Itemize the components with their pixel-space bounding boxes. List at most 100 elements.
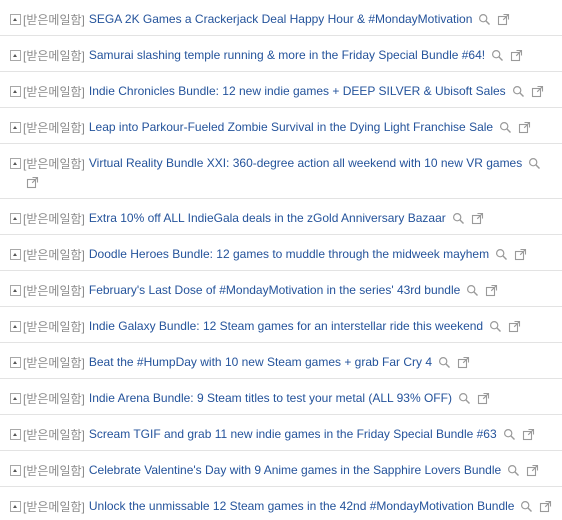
mail-folder-label: [받은메일함] <box>23 283 85 298</box>
search-icon[interactable] <box>499 121 512 134</box>
expand-icon[interactable] <box>10 500 21 512</box>
mail-folder-label: [받은메일함] <box>23 156 85 171</box>
new-window-icon[interactable] <box>526 464 539 477</box>
mail-folder-label: [받은메일함] <box>23 247 85 262</box>
expand-icon[interactable] <box>10 49 21 61</box>
mail-subject-link[interactable]: Indie Arena Bundle: 9 Steam titles to te… <box>89 391 452 405</box>
expand-icon[interactable] <box>10 248 21 260</box>
mail-folder-label: [받은메일함] <box>23 463 85 478</box>
mail-list-item-line: [받은메일함] Celebrate Valentine's Day with 9 … <box>0 462 539 478</box>
mail-folder-label: [받은메일함] <box>23 427 85 442</box>
mail-list-item-line <box>26 174 39 190</box>
new-window-icon[interactable] <box>485 284 498 297</box>
mail-list-item-line: [받은메일함] February's Last Dose of #MondayMo… <box>0 282 498 298</box>
mail-subject-link[interactable]: Virtual Reality Bundle XXI: 360-degree a… <box>89 156 522 170</box>
mail-subject-link[interactable]: Scream TGIF and grab 11 new indie games … <box>89 427 497 441</box>
mail-folder-label: [받은메일함] <box>23 355 85 370</box>
expand-icon[interactable] <box>10 356 21 368</box>
expand-icon[interactable] <box>10 464 21 476</box>
mail-list-item-line: [받은메일함] Doodle Heroes Bundle: 12 games to… <box>0 246 527 262</box>
mail-list-item: [받은메일함] Leap into Parkour-Fueled Zombie S… <box>0 108 562 144</box>
mail-list-item: [받은메일함] Extra 10% off ALL IndieGala deals… <box>0 199 562 235</box>
search-icon[interactable] <box>491 49 504 62</box>
mail-list-item-line: [받은메일함] Beat the #HumpDay with 10 new Ste… <box>0 354 470 370</box>
new-window-icon[interactable] <box>26 176 39 189</box>
search-icon[interactable] <box>503 428 516 441</box>
mail-subject-link[interactable]: Samurai slashing temple running & more i… <box>89 48 485 62</box>
mail-list-item: [받은메일함] Celebrate Valentine's Day with 9 … <box>0 451 562 487</box>
mail-folder-label: [받은메일함] <box>23 12 85 27</box>
new-window-icon[interactable] <box>508 320 521 333</box>
search-icon[interactable] <box>507 464 520 477</box>
search-icon[interactable] <box>495 248 508 261</box>
mail-list-item: [받은메일함] Virtual Reality Bundle XXI: 360-d… <box>0 144 562 199</box>
mail-list-item: [받은메일함] SEGA 2K Games a Crackerjack Deal … <box>0 0 562 36</box>
search-icon[interactable] <box>466 284 479 297</box>
mail-folder-label: [받은메일함] <box>23 48 85 63</box>
new-window-icon[interactable] <box>539 500 552 513</box>
expand-icon[interactable] <box>10 284 21 296</box>
mail-list-item: [받은메일함] Indie Chronicles Bundle: 12 new i… <box>0 72 562 108</box>
search-icon[interactable] <box>489 320 502 333</box>
mail-list-item: [받은메일함] February's Last Dose of #MondayMo… <box>0 271 562 307</box>
new-window-icon[interactable] <box>497 13 510 26</box>
mail-folder-label: [받은메일함] <box>23 211 85 226</box>
new-window-icon[interactable] <box>531 85 544 98</box>
mail-folder-label: [받은메일함] <box>23 120 85 135</box>
mail-folder-label: [받은메일함] <box>23 391 85 406</box>
expand-icon[interactable] <box>10 13 21 25</box>
new-window-icon[interactable] <box>522 428 535 441</box>
mail-list-item-line: [받은메일함] Virtual Reality Bundle XXI: 360-d… <box>0 155 541 171</box>
mail-list-item-line: [받은메일함] Samurai slashing temple running &… <box>0 47 523 63</box>
mail-list-item-line: [받은메일함] Extra 10% off ALL IndieGala deals… <box>0 210 484 226</box>
expand-icon[interactable] <box>10 212 21 224</box>
mail-subject-link[interactable]: SEGA 2K Games a Crackerjack Deal Happy H… <box>89 12 473 26</box>
mail-list-item: [받은메일함] Scream TGIF and grab 11 new indie… <box>0 415 562 451</box>
expand-icon[interactable] <box>10 392 21 404</box>
mail-folder-label: [받은메일함] <box>23 84 85 99</box>
new-window-icon[interactable] <box>518 121 531 134</box>
mail-list-item: [받은메일함] Indie Arena Bundle: 9 Steam title… <box>0 379 562 415</box>
mail-search-result-list: [받은메일함] SEGA 2K Games a Crackerjack Deal … <box>0 0 562 520</box>
expand-icon[interactable] <box>10 121 21 133</box>
mail-folder-label: [받은메일함] <box>23 319 85 334</box>
mail-list-item-line: [받은메일함] SEGA 2K Games a Crackerjack Deal … <box>0 11 510 27</box>
mail-list-item: [받은메일함] Doodle Heroes Bundle: 12 games to… <box>0 235 562 271</box>
mail-subject-link[interactable]: Doodle Heroes Bundle: 12 games to muddle… <box>89 247 489 261</box>
search-icon[interactable] <box>520 500 533 513</box>
expand-icon[interactable] <box>10 157 21 169</box>
mail-list-item: [받은메일함] Unlock the unmissable 12 Steam ga… <box>0 487 562 520</box>
mail-list-item-line: [받은메일함] Indie Arena Bundle: 9 Steam title… <box>0 390 490 406</box>
new-window-icon[interactable] <box>471 212 484 225</box>
search-icon[interactable] <box>512 85 525 98</box>
mail-list-item-line: [받은메일함] Indie Galaxy Bundle: 12 Steam gam… <box>0 318 521 334</box>
new-window-icon[interactable] <box>457 356 470 369</box>
mail-list-item-line: [받은메일함] Unlock the unmissable 12 Steam ga… <box>0 498 552 514</box>
mail-subject-link[interactable]: Indie Galaxy Bundle: 12 Steam games for … <box>89 319 483 333</box>
new-window-icon[interactable] <box>477 392 490 405</box>
mail-folder-label: [받은메일함] <box>23 499 85 514</box>
mail-subject-link[interactable]: Extra 10% off ALL IndieGala deals in the… <box>89 211 446 225</box>
expand-icon[interactable] <box>10 320 21 332</box>
search-icon[interactable] <box>452 212 465 225</box>
search-icon[interactable] <box>458 392 471 405</box>
expand-icon[interactable] <box>10 85 21 97</box>
mail-subject-link[interactable]: Indie Chronicles Bundle: 12 new indie ga… <box>89 84 506 98</box>
mail-subject-link[interactable]: Leap into Parkour-Fueled Zombie Survival… <box>89 120 493 134</box>
mail-list-item: [받은메일함] Beat the #HumpDay with 10 new Ste… <box>0 343 562 379</box>
mail-list-item: [받은메일함] Samurai slashing temple running &… <box>0 36 562 72</box>
mail-list-item-line: [받은메일함] Indie Chronicles Bundle: 12 new i… <box>0 83 544 99</box>
search-icon[interactable] <box>438 356 451 369</box>
mail-subject-link[interactable]: Unlock the unmissable 12 Steam games in … <box>89 499 515 513</box>
new-window-icon[interactable] <box>510 49 523 62</box>
mail-subject-link[interactable]: Celebrate Valentine's Day with 9 Anime g… <box>89 463 501 477</box>
mail-subject-link[interactable]: Beat the #HumpDay with 10 new Steam game… <box>89 355 432 369</box>
expand-icon[interactable] <box>10 428 21 440</box>
search-icon[interactable] <box>478 13 491 26</box>
search-icon[interactable] <box>528 157 541 170</box>
new-window-icon[interactable] <box>514 248 527 261</box>
mail-subject-link[interactable]: February's Last Dose of #MondayMotivatio… <box>89 283 460 297</box>
mail-list-item-line: [받은메일함] Scream TGIF and grab 11 new indie… <box>0 426 535 442</box>
mail-list-item-line: [받은메일함] Leap into Parkour-Fueled Zombie S… <box>0 119 531 135</box>
mail-list-item: [받은메일함] Indie Galaxy Bundle: 12 Steam gam… <box>0 307 562 343</box>
